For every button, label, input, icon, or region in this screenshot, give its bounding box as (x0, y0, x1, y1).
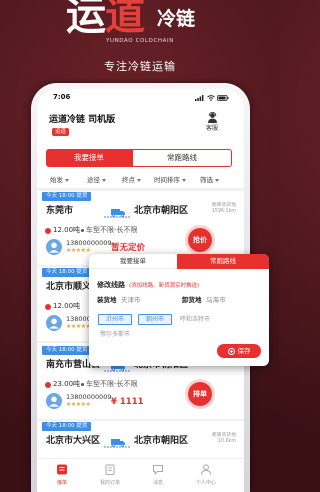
logo-english: YUNDAO COLDCHAIN (106, 38, 174, 44)
shipper-phone[interactable]: 13800000009 (66, 393, 112, 401)
avatar (46, 239, 62, 255)
filter-label: 筛选 (200, 176, 213, 184)
save-button[interactable]: 保存 (217, 344, 261, 358)
popup-tab-take-order[interactable]: 我要接单 (89, 254, 177, 269)
message-icon (153, 465, 163, 475)
city-option[interactable]: 鄂尔多斯市 (100, 330, 130, 339)
chevron-down-icon (137, 178, 141, 182)
nav-label: 消息 (152, 480, 163, 486)
origin-city: 北京市大兴区 (46, 436, 101, 446)
city-option[interactable]: 呼和浩特市 (180, 315, 210, 324)
plus-circle-icon (227, 347, 235, 355)
cargo-weight: 23.00吨 (53, 380, 81, 388)
schedule-order-button[interactable]: 排单 (188, 382, 212, 406)
order-price: ¥ 1111 (111, 397, 144, 407)
order-price: 暂无定价 (111, 243, 146, 253)
filter-more[interactable]: 筛选 (200, 175, 219, 185)
rating-stars: ★★★★★ (66, 323, 91, 330)
load-location-value[interactable]: 天津市 (121, 296, 141, 305)
filter-label: 途径 (87, 176, 100, 184)
popup-title: 修改线路 (97, 281, 125, 289)
signal-icon (195, 95, 204, 101)
distance-value: 1596.1km (211, 209, 236, 214)
distance-value: 10.6km (217, 439, 236, 444)
save-label: 保存 (237, 347, 251, 355)
load-location-label: 装货地 (97, 296, 117, 304)
vehicle-text: 车型不限-长不限 (86, 226, 138, 234)
destination-city: 北京市朝阳区 (134, 436, 189, 446)
popup-tab-frequent-routes[interactable]: 常跑路线 (177, 254, 269, 269)
pickup-time-tag: 今天 18:00 提货 (42, 346, 92, 355)
nav-label: 个人中心 (195, 480, 216, 486)
pickup-time-tag: 今天 18:00 提货 (42, 192, 92, 201)
orders-icon (105, 464, 115, 475)
pickup-time-tag: 今天 18:00 提货 (42, 422, 92, 431)
vehicle-requirement: 车型不限-长不限 (81, 380, 138, 389)
pickup-time-tag: 今天 18:00 提货 (42, 268, 92, 277)
avatar (46, 315, 62, 331)
nav-take-order[interactable]: 接单 (38, 459, 86, 492)
chevron-down-icon (65, 178, 69, 182)
city-chip-selected[interactable]: 沂州市 (98, 314, 132, 325)
grab-order-button[interactable]: 抢价 (188, 228, 212, 252)
origin-city: 东莞市 (46, 206, 74, 216)
take-order-icon (57, 464, 67, 475)
filter-time-sort[interactable]: 时间排序 (154, 175, 186, 185)
weight-icon (45, 382, 51, 388)
weight-icon (45, 228, 51, 234)
customer-service-icon[interactable] (207, 112, 218, 123)
cargo-weight: 12.00吨 (53, 226, 81, 234)
filter-origin[interactable]: 始发 (50, 175, 69, 185)
app-title: 运道冷链 司机版 (49, 115, 116, 125)
city-chip-selected[interactable]: 朝州市 (138, 314, 172, 325)
status-time: 7:06 (53, 93, 71, 101)
wifi-icon (207, 95, 215, 101)
filter-label: 时间排序 (154, 176, 180, 184)
unload-location-label: 卸货地 (182, 296, 202, 304)
cargo-weight: 12.00吨 (53, 302, 81, 310)
distance-info: 距离装货地 10.6km (212, 433, 236, 445)
avatar (46, 393, 62, 409)
popup-hint: (添加线路、新货源实时推送) (129, 283, 200, 289)
bullet-icon (81, 229, 84, 232)
bottom-nav: 接单 我的订单 消息 个人中心 (37, 458, 244, 492)
truck-route-icon (104, 439, 130, 448)
unload-location-value[interactable]: 乌海市 (206, 296, 226, 305)
brand-badge: 运道 (52, 128, 70, 136)
nav-profile[interactable]: 个人中心 (182, 459, 230, 492)
truck-route-icon (104, 209, 130, 218)
customer-service-label[interactable]: 客服 (201, 125, 223, 133)
logo-char-dao: 道 (105, 0, 145, 39)
rating-stars: ★★★★★ (66, 247, 91, 254)
filter-destination[interactable]: 终点 (122, 175, 141, 185)
distance-info: 距离装货地 1596.1km (212, 203, 236, 215)
logo-char-yun: 运 (66, 0, 106, 39)
tab-frequent-routes[interactable]: 常跑路线 (132, 149, 232, 167)
vehicle-text: 车型不限-长不限 (86, 380, 138, 388)
vehicle-requirement: 车型不限-长不限 (81, 226, 138, 235)
battery-icon (217, 95, 229, 101)
nav-label: 接单 (56, 480, 67, 486)
filter-label: 始发 (50, 176, 63, 184)
bullet-icon (81, 383, 84, 386)
tagline: 专注冷链运输 (104, 60, 176, 73)
filter-via[interactable]: 途径 (87, 175, 106, 185)
filter-label: 终点 (122, 176, 135, 184)
nav-label: 我的订单 (99, 480, 120, 486)
nav-messages[interactable]: 消息 (134, 459, 182, 492)
rating-stars: ★★★★★ (66, 401, 91, 408)
profile-icon (201, 464, 211, 475)
logo-subtitle: 冷链 (157, 8, 196, 30)
nav-orders[interactable]: 我的订单 (86, 459, 134, 492)
destination-city: 北京市朝阳区 (134, 206, 189, 216)
chevron-down-icon (102, 178, 106, 182)
shipper-phone[interactable]: 13800000009 (66, 239, 112, 247)
weight-icon (45, 304, 51, 310)
route-popup: 我要接单 常跑路线 修改线路 (添加线路、新货源实时推送) 装货地 天津市 卸货… (89, 254, 269, 366)
tab-take-order[interactable]: 我要接单 (46, 149, 132, 167)
logo: 运道 (66, 0, 145, 39)
chevron-down-icon (215, 178, 219, 182)
chevron-down-icon (182, 178, 186, 182)
